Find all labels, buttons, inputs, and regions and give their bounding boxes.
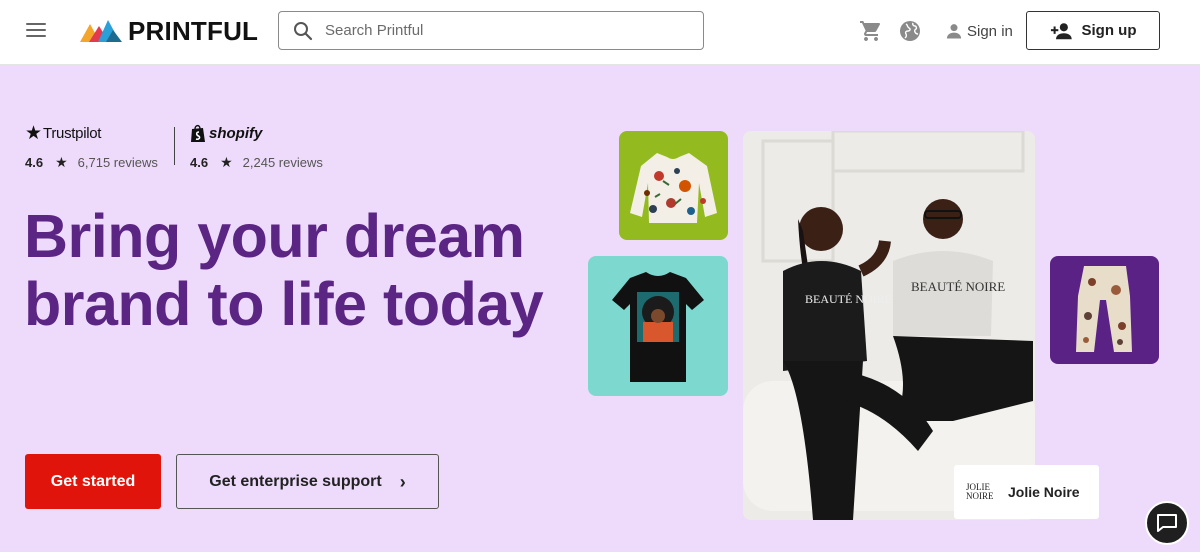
star-icon: ★ <box>55 154 68 170</box>
star-icon: ★ <box>220 154 233 170</box>
chat-button[interactable] <box>1145 501 1189 545</box>
get-started-button[interactable]: Get started <box>25 454 161 509</box>
hero-headline: Bring your dream brand to life today <box>24 202 544 338</box>
sweatshirt-product-image <box>619 131 728 240</box>
user-icon <box>946 24 962 39</box>
jolie-noire-logo: JOLIE NOIRE <box>966 482 994 501</box>
globe-icon[interactable] <box>898 19 922 43</box>
add-user-icon <box>1050 22 1072 39</box>
rating-divider <box>174 127 175 165</box>
hamburger-menu-icon[interactable] <box>26 22 46 38</box>
logo-wordmark: PRINTFUL <box>128 15 259 46</box>
tshirt-product-image <box>588 256 728 396</box>
shopify-rating[interactable]: shopify 4.6 ★ 2,245 reviews <box>190 123 323 170</box>
search-input[interactable] <box>325 22 685 39</box>
sign-in-label: Sign in <box>967 22 1013 40</box>
trustpilot-score: 4.6 <box>25 155 44 170</box>
chat-icon <box>1157 514 1177 532</box>
shopify-brand: shopify <box>209 124 263 142</box>
pants-product-image <box>1050 256 1159 364</box>
trustpilot-star-icon: ★ <box>25 122 43 144</box>
get-enterprise-support-label: Get enterprise support <box>209 472 382 490</box>
top-navigation-bar: PRINTFUL Sign in Sign up <box>0 0 1200 65</box>
printful-logo-mark-icon <box>80 20 122 42</box>
sign-up-button[interactable]: Sign up <box>1026 11 1160 50</box>
tshirt-print-text-left: BEAUTÉ NOIRE <box>805 292 892 306</box>
get-enterprise-support-button[interactable]: Get enterprise support › <box>176 454 439 509</box>
brand-name: Jolie Noire <box>1008 484 1080 500</box>
cart-icon[interactable] <box>859 19 883 43</box>
sign-in-link[interactable]: Sign in <box>944 19 1013 43</box>
trustpilot-rating[interactable]: ★ Trustpilot 4.6 ★ 6,715 reviews <box>25 122 158 171</box>
brand-label-card: JOLIE NOIRE Jolie Noire <box>954 465 1099 519</box>
chevron-right-icon: › <box>399 471 406 492</box>
search-icon <box>294 21 313 40</box>
shopify-bag-icon <box>191 124 205 142</box>
hero-section: ★ Trustpilot 4.6 ★ 6,715 reviews shopify… <box>0 65 1200 552</box>
models-lifestyle-photo: BEAUTÉ NOIRE BEAUTÉ NOIRE <box>743 131 1035 520</box>
sign-up-label: Sign up <box>1081 22 1137 39</box>
shopify-reviews: 2,245 reviews <box>242 155 323 170</box>
shopify-score: 4.6 <box>190 155 209 170</box>
tshirt-print-text: BEAUTÉ NOIRE <box>911 279 1005 294</box>
trustpilot-reviews: 6,715 reviews <box>77 155 158 170</box>
search-bar[interactable] <box>278 11 704 50</box>
trustpilot-brand: Trustpilot <box>43 124 102 142</box>
printful-logo[interactable]: PRINTFUL <box>80 15 259 46</box>
